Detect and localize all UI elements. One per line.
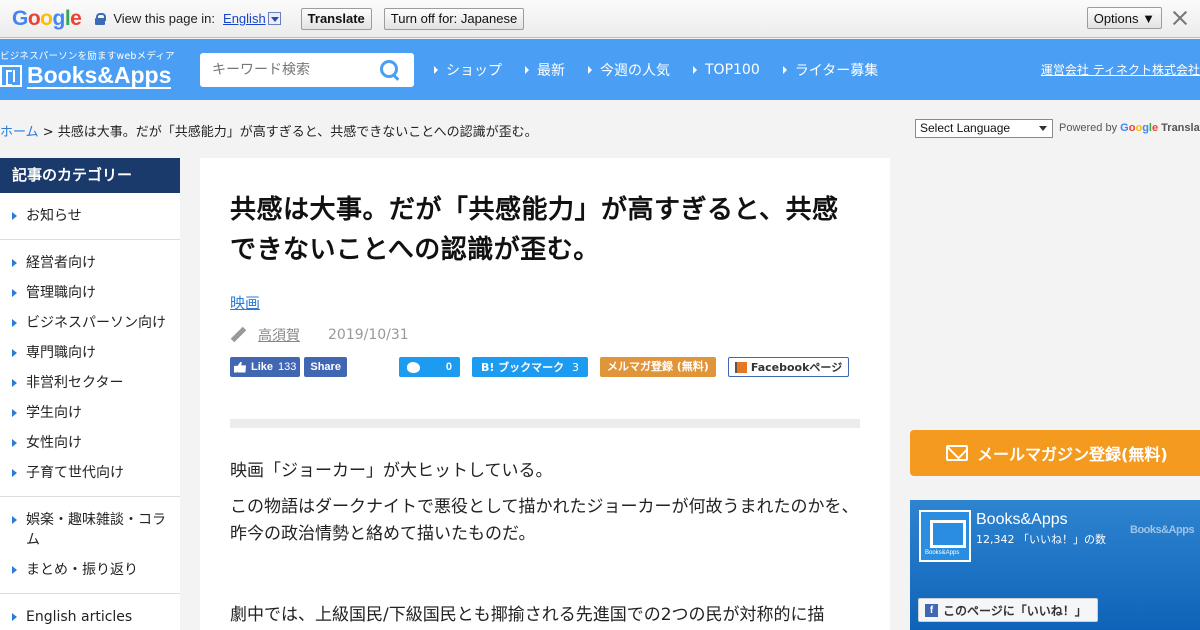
sidebar-group: お知らせ xyxy=(0,193,180,240)
sidebar-item-news[interactable]: お知らせ xyxy=(0,201,180,231)
thumbs-up-icon xyxy=(234,361,246,373)
brand-mark-icon xyxy=(0,65,22,87)
sidebar-item-english[interactable]: English articles xyxy=(0,602,180,630)
site-logo[interactable]: ビジネスパーソンを励ますwebメディア Books&Apps xyxy=(0,48,175,89)
article-meta: 高須賀 2019/10/31 xyxy=(230,325,860,345)
powered-by-google: Powered by Google Translate xyxy=(1059,122,1200,134)
paragraph: 劇中では、上級国民/下級国民とも揶揄される先進国での2つの民が対称的に描 xyxy=(230,605,825,625)
hatena-bookmark-button[interactable]: B! ブックマーク 3 xyxy=(471,357,588,377)
article-title: 共感は大事。だが「共感能力」が高すぎると、共感できないことへの認識が歪む。 xyxy=(230,195,839,265)
select-language-dropdown[interactable]: Select Language xyxy=(915,119,1053,138)
sidebar-item-executives[interactable]: 経営者向け xyxy=(0,248,180,278)
divider xyxy=(230,419,860,428)
sidebar-item-women[interactable]: 女性向け xyxy=(0,428,180,458)
close-icon[interactable] xyxy=(1170,8,1190,28)
hatena-count: 3 xyxy=(571,360,579,374)
powered-by-label: Powered by xyxy=(1059,122,1118,134)
search-box xyxy=(200,53,414,87)
breadcrumb-home[interactable]: ホーム xyxy=(0,125,39,140)
fb-widget-cover-brand: Books&Apps xyxy=(1130,524,1195,536)
facebook-like-button[interactable]: Like 133 xyxy=(230,357,301,377)
sidebar-item-nonprofit[interactable]: 非営利セクター xyxy=(0,368,180,398)
brand-name: Books&Apps xyxy=(27,62,172,89)
facebook-share-button[interactable]: Share xyxy=(304,357,347,377)
mailmag-button[interactable]: メルマガ登録 (無料) xyxy=(599,357,716,377)
breadcrumb-current: 共感は大事。だが「共感能力」が高すぎると、共感できないことへの認識が歪む。 xyxy=(57,125,538,140)
fb-widget-like-button[interactable]: f このページに「いいね！」 xyxy=(918,598,1098,622)
envelope-icon xyxy=(946,445,968,461)
turn-off-button[interactable]: Turn off for: Japanese xyxy=(383,7,525,30)
paragraph: 映画「ジョーカー」が大ヒットしている。 xyxy=(230,461,553,481)
sidebar-group: 経営者向け 管理職向け ビジネスパーソン向け 専門職向け 非営利セクター 学生向… xyxy=(0,240,180,497)
page-avatar[interactable] xyxy=(919,510,971,562)
translate-label: View this page in: xyxy=(113,11,216,26)
fb-like-count: 133 xyxy=(278,361,297,373)
article: 共感は大事。だが「共感能力」が高すぎると、共感できないことへの認識が歪む。 映画… xyxy=(200,158,890,630)
nav-weekly-popular[interactable]: 今週の人気 xyxy=(588,60,670,80)
options-button[interactable]: Options ▼ xyxy=(1086,7,1162,29)
site-header: ビジネスパーソンを励ますwebメディア Books&Apps ショップ 最新 今… xyxy=(0,39,1200,100)
google-logo: Google xyxy=(12,6,82,30)
fb-widget-like-label: このページに「いいね！」 xyxy=(943,603,1087,618)
search-icon[interactable] xyxy=(380,60,400,80)
nav-top100[interactable]: TOP100 xyxy=(693,62,760,78)
fb-widget-page-name[interactable]: Books&Apps xyxy=(976,511,1068,529)
sidebar-group: 娯楽・趣味雑談・コラム まとめ・振り返り xyxy=(0,497,180,594)
lock-icon xyxy=(95,12,107,25)
article-date: 2019/10/31 xyxy=(328,327,409,343)
language-link[interactable]: English xyxy=(223,11,266,26)
twitter-bird-icon xyxy=(406,361,420,373)
translate-word: Translate xyxy=(1161,122,1200,134)
language-dropdown-icon[interactable] xyxy=(267,12,281,25)
sidebar-item-managers[interactable]: 管理職向け xyxy=(0,278,180,308)
sidebar-item-summary[interactable]: まとめ・振り返り xyxy=(0,555,180,585)
nav-shop[interactable]: ショップ xyxy=(434,60,502,80)
main-nav: ショップ 最新 今週の人気 TOP100 ライター募集 xyxy=(434,39,901,100)
hatena-label: B! ブックマーク xyxy=(480,361,565,374)
sidebar-item-business[interactable]: ビジネスパーソン向け xyxy=(0,308,180,338)
category-sidebar: 記事のカテゴリー お知らせ 経営者向け 管理職向け ビジネスパーソン向け 専門職… xyxy=(0,158,180,630)
sidebar-item-parents[interactable]: 子育て世代向け xyxy=(0,458,180,488)
facebook-page-button[interactable]: Facebookページ xyxy=(727,357,850,377)
search-input[interactable] xyxy=(212,62,382,78)
twitter-count: 0 xyxy=(445,361,452,373)
paragraph: この物語はダークナイトで悪役として描かれたジョーカーが何故うまれたのかを、昨今の… xyxy=(230,497,859,544)
sidebar-group: English articles xyxy=(0,594,180,630)
mail-magazine-label: メールマガジン登録(無料) xyxy=(977,445,1168,464)
sidebar-heading: 記事のカテゴリー xyxy=(0,158,180,193)
brand-tagline: ビジネスパーソンを励ますwebメディア xyxy=(0,51,175,62)
facebook-page-widget: Books&Apps 12,342 「いいね！」の数 Books&Apps f … xyxy=(910,500,1200,630)
share-buttons: Like 133 Share 0 B! ブックマーク 3 メルマガ登録 (無料)… xyxy=(230,357,860,377)
twitter-button[interactable]: 0 xyxy=(398,357,460,377)
breadcrumb: ホーム > 共感は大事。だが「共感能力」が高すぎると、共感できないことへの認識が… xyxy=(0,121,538,140)
fb-like-label: Like xyxy=(251,361,274,373)
facebook-page-label: Facebookページ xyxy=(750,361,843,374)
article-body: 映画「ジョーカー」が大ヒットしている。 この物語はダークナイトで悪役として描かれ… xyxy=(230,458,860,629)
company-link[interactable]: 運営会社 ティネクト株式会社 xyxy=(1041,61,1200,78)
article-author[interactable]: 高須賀 xyxy=(258,325,300,345)
translate-bar: Google View this page in: English Transl… xyxy=(0,0,1200,38)
google-small-logo: Google xyxy=(1120,122,1159,134)
fb-widget-like-count: 12,342 「いいね！」の数 xyxy=(976,533,1106,546)
pencil-icon xyxy=(230,326,248,344)
nav-writer-recruit[interactable]: ライター募集 xyxy=(783,60,878,80)
article-category[interactable]: 映画 xyxy=(230,292,260,313)
sidebar-item-students[interactable]: 学生向け xyxy=(0,398,180,428)
sidebar-item-entertainment[interactable]: 娯楽・趣味雑談・コラム xyxy=(0,505,180,555)
translate-button[interactable]: Translate xyxy=(300,7,372,30)
facebook-icon: f xyxy=(925,603,938,617)
sidebar-item-professionals[interactable]: 専門職向け xyxy=(0,338,180,368)
breadcrumb-separator: > xyxy=(38,125,58,140)
flag-icon xyxy=(734,361,747,373)
mail-magazine-button[interactable]: メールマガジン登録(無料) xyxy=(910,430,1200,476)
nav-latest[interactable]: 最新 xyxy=(525,60,565,80)
